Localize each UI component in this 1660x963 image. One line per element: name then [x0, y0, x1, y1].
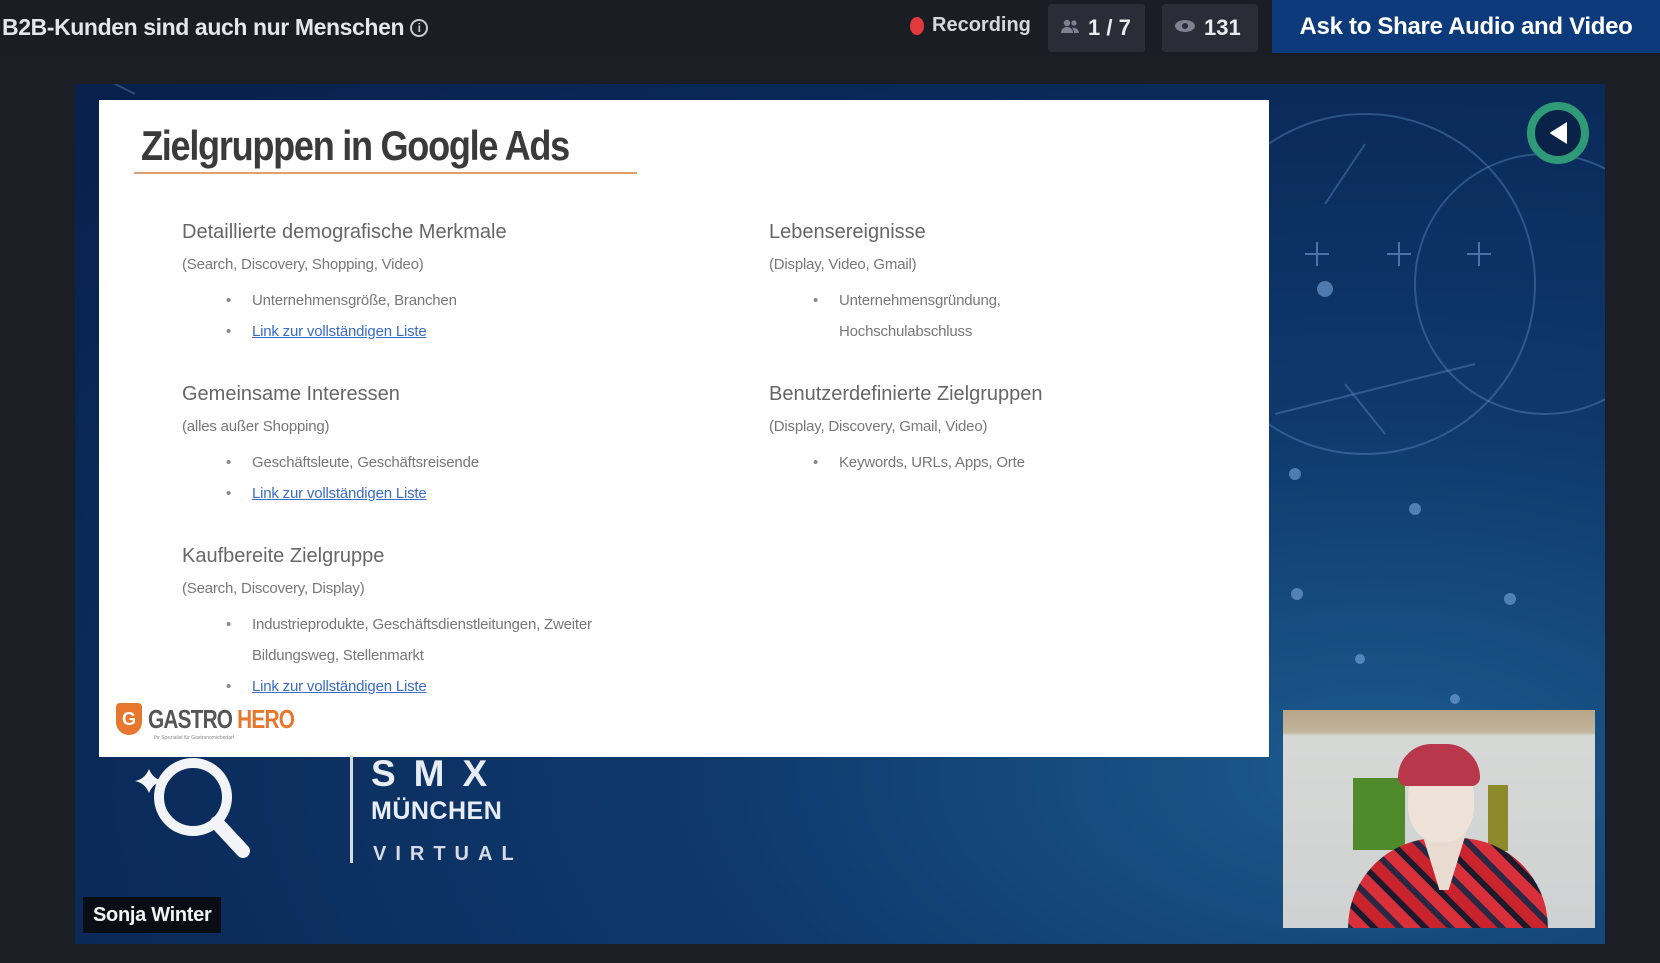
section-channels: (Search, Discovery, Shopping, Video) [182, 256, 424, 273]
speaker-icon [1550, 122, 1567, 144]
bullet-item: Keywords, URLs, Apps, Orte [813, 447, 1043, 478]
section-demografische-merkmale: Detaillierte demografische Merkmale (Sea… [182, 221, 507, 347]
gastro-hero-logo: G GASTRO HERO Ihr Spezialist für Gastron… [116, 703, 331, 741]
unmute-sound-button[interactable] [1527, 102, 1589, 164]
full-list-link[interactable]: Link zur vollständigen Liste [226, 478, 479, 509]
speaker-webcam[interactable] [1283, 710, 1595, 928]
brand-tagline: Ihr Spezialist für Gastronomiebedarf [154, 735, 235, 741]
viewers-count[interactable]: 131 [1162, 4, 1258, 52]
smx-event-logo: SMX MÜNCHEN VIRTUAL [135, 749, 514, 894]
full-list-link[interactable]: Link zur vollständigen Liste [226, 671, 612, 702]
presentation-stage: Zielgruppen in Google Ads Detaillierte d… [75, 84, 1605, 944]
logo-smx: SMX [371, 753, 506, 794]
recording-dot-icon [910, 16, 924, 35]
ask-to-share-button[interactable]: Ask to Share Audio and Video [1272, 0, 1660, 53]
section-heading: Gemeinsame Interessen [182, 383, 400, 405]
slide-title: Zielgruppen in Google Ads [141, 122, 570, 169]
speaker-hair [1398, 744, 1480, 786]
full-list-link[interactable]: Link zur vollständigen Liste [226, 316, 507, 347]
brand-part2: HERO [237, 703, 295, 734]
section-heading: Benutzerdefinierte Zielgruppen [769, 383, 1043, 405]
recording-indicator: Recording [910, 14, 1031, 37]
gastro-hero-shield-icon: G [116, 703, 142, 735]
participants-count[interactable]: 1 / 7 [1048, 4, 1145, 52]
logo-virtual: VIRTUAL [373, 843, 523, 865]
info-circle-icon[interactable]: i [410, 18, 429, 37]
section-lebensereignisse: Lebensereignisse (Display, Video, Gmail)… [769, 221, 1069, 347]
slide: Zielgruppen in Google Ads Detaillierte d… [99, 100, 1269, 757]
participants-value: 1 / 7 [1088, 15, 1131, 40]
section-channels: (Search, Discovery, Display) [182, 580, 365, 597]
top-bar: B2B-Kunden sind auch nur Menschen i Reco… [0, 0, 1660, 56]
eye-icon [1174, 19, 1196, 38]
logo-divider [350, 755, 353, 863]
section-heading: Kaufbereite Zielgruppe [182, 545, 385, 567]
section-channels: (alles außer Shopping) [182, 418, 330, 435]
webcam-video-feed [1283, 710, 1595, 928]
section-channels: (Display, Video, Gmail) [769, 256, 917, 273]
logo-city: MÜNCHEN [371, 797, 503, 825]
session-title: B2B-Kunden sind auch nur Menschen i [2, 14, 429, 41]
viewers-value: 131 [1204, 15, 1241, 40]
bullet-item: Geschäftsleute, Geschäftsreisende [226, 447, 479, 478]
bullet-item: Unternehmensgründung, Hochschulabschluss [813, 285, 1069, 347]
section-gemeinsame-interessen: Gemeinsame Interessen (alles außer Shopp… [182, 383, 479, 509]
section-heading: Lebensereignisse [769, 221, 926, 243]
wall-poster [1488, 785, 1508, 851]
section-heading: Detaillierte demografische Merkmale [182, 221, 507, 243]
bullet-item: Unternehmensgröße, Branchen [226, 285, 507, 316]
bullet-item: Industrieprodukte, Geschäftsdienstleitun… [226, 609, 612, 671]
session-title-text: B2B-Kunden sind auch nur Menschen [2, 14, 405, 40]
section-benutzerdefinierte-zielgruppen: Benutzerdefinierte Zielgruppen (Display,… [769, 383, 1043, 478]
section-kaufbereite-zielgruppe: Kaufbereite Zielgruppe (Search, Discover… [182, 545, 612, 702]
brand-wordmark: GASTRO HERO [148, 703, 295, 735]
wall-poster [1353, 778, 1405, 850]
brand-part1: GASTRO [148, 703, 233, 734]
speaker-name-tag: Sonja Winter [83, 897, 222, 933]
section-channels: (Display, Discovery, Gmail, Video) [769, 418, 988, 435]
title-underline [134, 172, 637, 174]
recording-label: Recording [932, 14, 1031, 36]
people-icon [1060, 18, 1080, 39]
magnifier-sparkle-icon [135, 758, 250, 858]
